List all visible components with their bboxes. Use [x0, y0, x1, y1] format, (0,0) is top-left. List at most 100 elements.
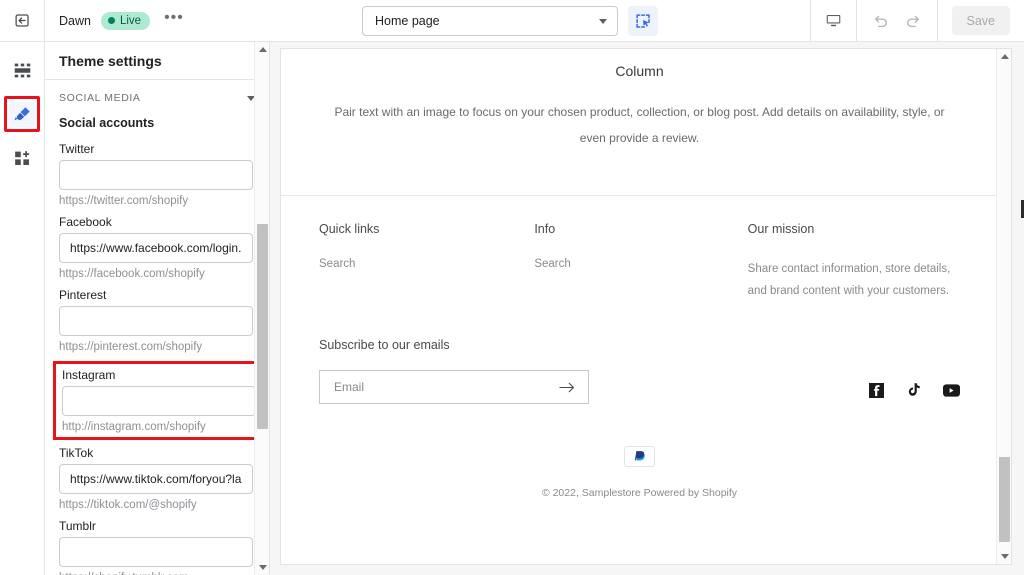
field-facebook: Facebook https://facebook.com/shopify [59, 215, 255, 280]
exit-editor-button[interactable] [0, 0, 45, 41]
left-icon-rail [0, 42, 45, 575]
theme-editor-app: Dawn Live ••• Home page Save Theme setti… [0, 0, 1024, 575]
sidebar-item-theme-settings[interactable] [4, 96, 40, 132]
scroll-down-icon[interactable] [255, 560, 269, 575]
email-subscribe-field[interactable]: Email [319, 370, 589, 404]
preview-scroll-thumb[interactable] [999, 457, 1010, 542]
tumblr-input[interactable] [59, 537, 253, 567]
scroll-up-icon[interactable] [997, 49, 1011, 64]
column-text: Pair text with an image to focus on your… [334, 105, 945, 145]
footer-heading: Our mission [747, 222, 815, 236]
status-badge-label: Live [119, 14, 142, 27]
footer-mission-text: Share contact information, store details… [747, 263, 951, 297]
subscribe-block: Subscribe to our emails Email [319, 338, 589, 404]
field-help: https://tiktok.com/@shopify [59, 499, 197, 511]
footer-heading: Quick links [319, 222, 380, 236]
sidebar-body: SOCIAL MEDIA Social accounts Twitter htt… [45, 80, 269, 575]
storefront-preview: Column Pair text with an image to focus … [280, 48, 1012, 565]
sidebar-scroll-thumb[interactable] [257, 224, 268, 429]
field-pinterest: Pinterest https://pinterest.com/shopify [59, 288, 255, 353]
field-label: Facebook [59, 215, 112, 229]
field-help: https://twitter.com/shopify [59, 195, 189, 207]
footer-copyright: © 2022, Samplestore Powered by Shopify [541, 486, 738, 499]
facebook-input[interactable] [59, 233, 253, 263]
inspector-tool-button[interactable] [628, 6, 658, 36]
section-header-social-media[interactable]: SOCIAL MEDIA [59, 92, 255, 104]
footer-social-icons [869, 382, 960, 404]
field-tiktok: TikTok https://tiktok.com/@shopify [59, 446, 255, 511]
select-region-icon [635, 13, 650, 28]
chevron-down-icon [599, 18, 607, 24]
field-label: Twitter [59, 142, 95, 156]
top-bar: Dawn Live ••• Home page Save [0, 0, 1024, 42]
field-label: Pinterest [59, 288, 107, 302]
scroll-down-icon[interactable] [997, 549, 1011, 564]
sidebar-header: Theme settings [45, 42, 269, 80]
sidebar-scrollbar[interactable] [254, 42, 269, 575]
theme-name: Dawn [59, 13, 91, 28]
undo-button[interactable] [871, 11, 890, 30]
youtube-icon[interactable] [943, 383, 960, 397]
email-placeholder: Email [334, 380, 365, 394]
twitter-input[interactable] [59, 160, 253, 190]
footer-link-search[interactable]: Search [319, 258, 534, 270]
sections-icon [14, 63, 30, 77]
footer-link-search[interactable]: Search [534, 258, 747, 270]
page-selector[interactable]: Home page [362, 6, 618, 36]
status-badge: Live [100, 11, 151, 30]
sidebar-item-apps[interactable] [8, 144, 36, 172]
field-label: TikTok [59, 446, 94, 460]
footer-bottom: © 2022, Samplestore Powered by Shopify [319, 404, 960, 513]
social-accounts-subheading: Social accounts [59, 116, 155, 130]
settings-sidebar: Theme settings SOCIAL MEDIA Social accou… [45, 42, 270, 575]
preview-content: Column Pair text with an image to focus … [281, 49, 998, 513]
arrow-right-icon [559, 382, 575, 392]
device-preview-group [809, 0, 856, 41]
subscribe-heading: Subscribe to our emails [319, 338, 450, 352]
column-section: Column Pair text with an image to focus … [281, 49, 998, 195]
field-help: https://facebook.com/shopify [59, 268, 205, 280]
desktop-icon [826, 14, 840, 27]
field-help: https://pinterest.com/shopify [59, 341, 203, 353]
apps-blocks-icon [14, 150, 29, 165]
more-options-button[interactable]: ••• [160, 9, 188, 27]
preview-area: Column Pair text with an image to focus … [270, 42, 1024, 575]
subscribe-submit-button[interactable] [559, 381, 576, 394]
storefront-footer: Quick links Search Info Search Our missi… [281, 195, 998, 513]
column-title: Column [615, 63, 664, 79]
field-instagram-highlighted: Instagram http://instagram.com/shopify [53, 361, 261, 440]
footer-column-info: Info Search [534, 222, 747, 302]
undo-icon [874, 15, 887, 28]
page-selector-value: Home page [375, 14, 440, 28]
tiktok-input[interactable] [59, 464, 253, 494]
theme-info-group: Dawn Live ••• [45, 0, 188, 41]
footer-column-quick-links: Quick links Search [319, 222, 534, 302]
field-help: http://instagram.com/shopify [62, 421, 206, 433]
page-title: Theme settings [59, 52, 162, 69]
save-button[interactable]: Save [951, 6, 1010, 35]
desktop-preview-button[interactable] [825, 12, 842, 29]
paypal-icon [624, 446, 655, 467]
redo-icon [906, 15, 919, 28]
sidebar-item-sections[interactable] [8, 56, 36, 84]
page-selector-group: Home page [362, 6, 658, 36]
status-dot-icon [107, 17, 115, 24]
facebook-icon[interactable] [869, 382, 884, 398]
footer-subscribe-row: Subscribe to our emails Email [319, 338, 960, 404]
redo-button[interactable] [904, 11, 923, 30]
history-group [855, 0, 937, 41]
pinterest-input[interactable] [59, 306, 253, 336]
field-tumblr: Tumblr https://shopify.tumblr.com [59, 519, 255, 575]
footer-columns: Quick links Search Info Search Our missi… [319, 222, 960, 302]
field-label: Instagram [62, 368, 116, 382]
field-twitter: Twitter https://twitter.com/shopify [59, 142, 255, 207]
exit-arrow-icon [14, 14, 29, 27]
footer-heading: Info [534, 222, 556, 236]
top-bar-actions: Save [809, 0, 1024, 41]
preview-scrollbar[interactable] [996, 49, 1011, 564]
tiktok-icon[interactable] [906, 382, 921, 398]
scroll-up-icon[interactable] [255, 42, 269, 57]
save-group: Save [936, 0, 1024, 41]
instagram-input[interactable] [62, 386, 256, 416]
theme-settings-icon-wrap [9, 101, 35, 127]
